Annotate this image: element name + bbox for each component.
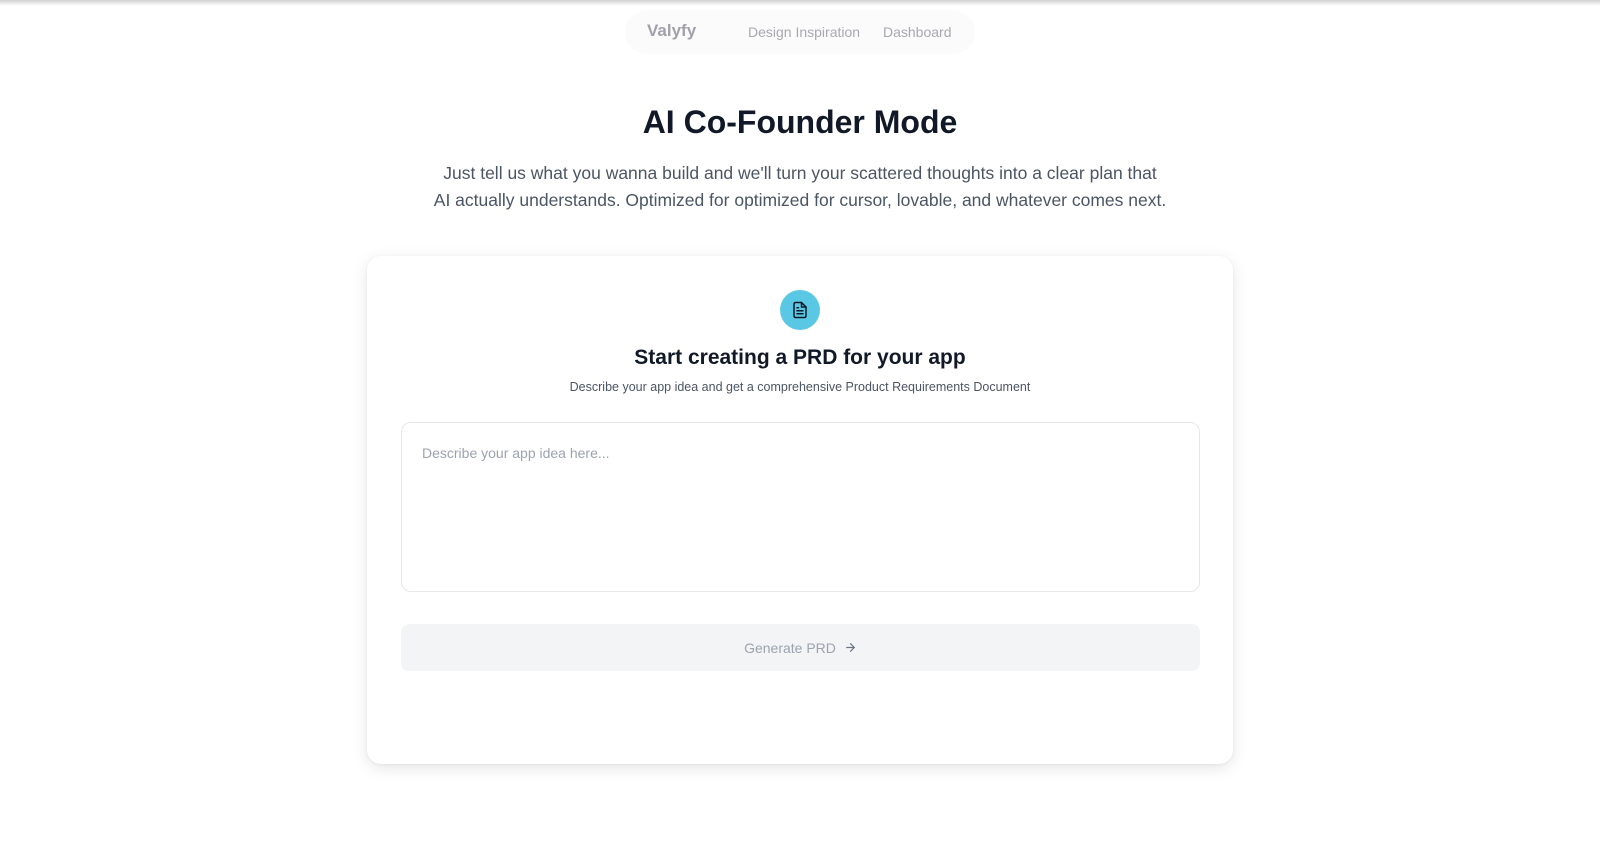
nav-link-dashboard[interactable]: Dashboard — [883, 24, 952, 40]
top-navbar: Valyfy Design Inspiration Dashboard — [625, 10, 975, 54]
top-edge-shadow — [0, 0, 1600, 6]
arrow-right-icon — [844, 641, 857, 654]
page-subtitle-line-1: Just tell us what you wanna build and we… — [443, 163, 1157, 183]
brand-logo[interactable]: Valyfy — [647, 21, 696, 41]
generate-prd-label: Generate PRD — [744, 639, 836, 656]
card-subtitle: Describe your app idea and get a compreh… — [569, 380, 1031, 394]
app-idea-input[interactable] — [401, 422, 1200, 592]
document-icon — [793, 301, 807, 319]
page-title: AI Co-Founder Mode — [642, 104, 958, 140]
page-subtitle-line-2: AI actually understands. Optimized for o… — [433, 190, 1167, 210]
card-title: Start creating a PRD for your app — [634, 346, 966, 369]
document-icon-badge — [780, 290, 820, 330]
prd-card: Start creating a PRD for your app Descri… — [367, 256, 1233, 764]
nav-link-design-inspiration[interactable]: Design Inspiration — [748, 24, 860, 40]
generate-prd-button[interactable]: Generate PRD — [401, 624, 1200, 671]
page-subtitle: Just tell us what you wanna build and we… — [400, 160, 1200, 214]
